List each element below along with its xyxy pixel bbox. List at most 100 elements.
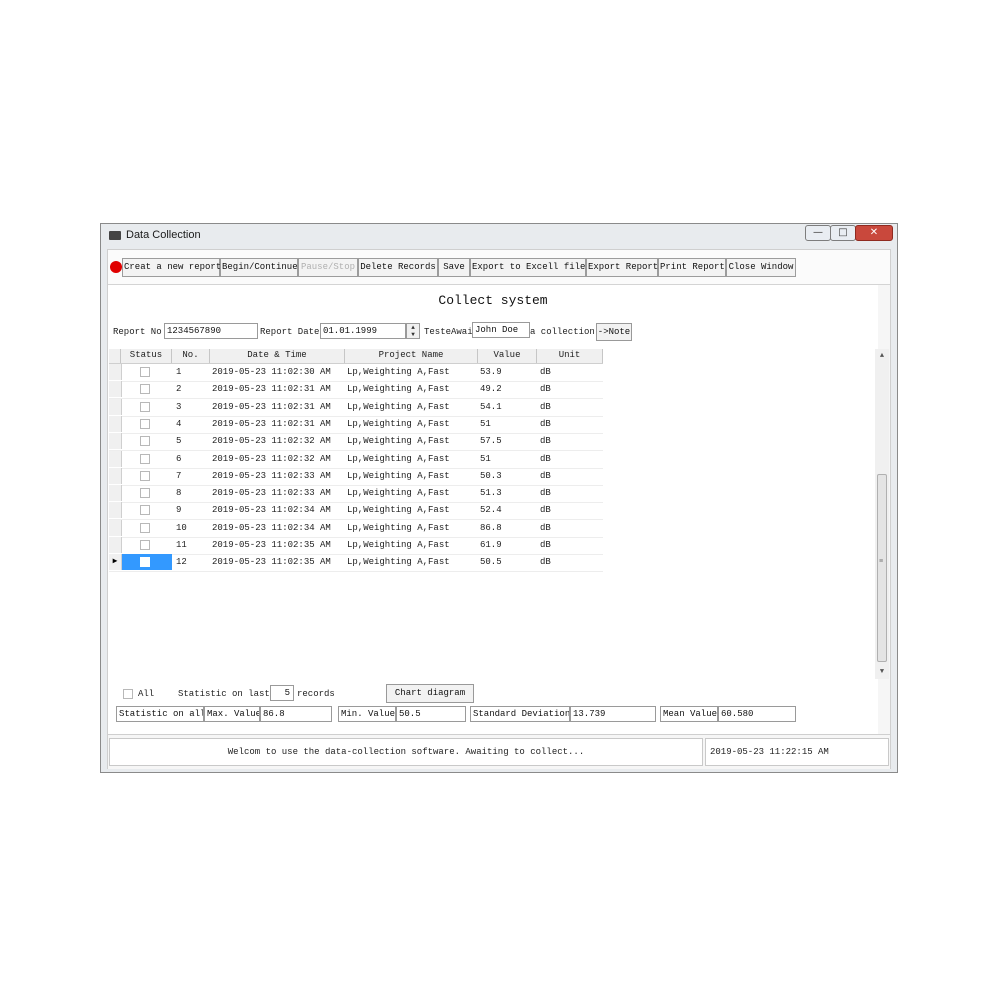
status-checkbox[interactable] xyxy=(140,522,150,533)
status-checkbox[interactable] xyxy=(140,453,150,464)
maximize-button[interactable]: □ xyxy=(830,225,856,241)
current-row-arrow-icon[interactable]: ▶ xyxy=(109,554,122,571)
cell-value: 61.9 xyxy=(480,540,502,550)
cell-no: 1 xyxy=(176,367,182,377)
status-checkbox[interactable] xyxy=(140,418,150,429)
row-header[interactable] xyxy=(109,519,122,536)
close-button[interactable]: ✕ xyxy=(855,225,893,241)
cell-no: 8 xyxy=(176,488,182,499)
table-row[interactable]: 4 2019-05-23 11:02:31 AM Lp,Weighting A,Fa… xyxy=(109,415,603,434)
status-checkbox[interactable] xyxy=(140,488,150,499)
status-checkbox[interactable] xyxy=(140,436,150,447)
cell-project: Lp,Weighting A,Fast xyxy=(347,505,450,516)
table-row[interactable]: ▶ 12 2019-05-23 11:02:35 AM Lp,Weighting A,… xyxy=(109,554,603,573)
begin-continue-button[interactable]: Begin/Continue xyxy=(220,258,298,277)
table-row[interactable]: 9 2019-05-23 11:02:34 AM Lp,Weighting A,Fa… xyxy=(109,502,603,521)
export-excel-button[interactable]: Export to Excell file xyxy=(470,258,586,277)
cell-project: Lp,Weighting A,Fast xyxy=(347,470,450,481)
create-report-button[interactable]: Creat a new report xyxy=(122,258,221,277)
cell-project: Lp,Weighting A,Fast xyxy=(347,557,450,568)
mean-value-field: 60.580 xyxy=(718,706,796,722)
table-row[interactable]: 6 2019-05-23 11:02:32 AM Lp,Weighting A,Fa… xyxy=(109,450,603,469)
table-row[interactable]: 1 2019-05-23 11:02:30 AM Lp,Weighting A,Fa… xyxy=(109,364,603,382)
scroll-up-icon[interactable]: ▲ xyxy=(875,349,889,363)
row-header[interactable] xyxy=(109,450,122,467)
table-row[interactable]: 5 2019-05-23 11:02:32 AM Lp,Weighting A,Fa… xyxy=(109,433,603,452)
row-header[interactable] xyxy=(109,381,122,398)
mean-value-label: Mean Value xyxy=(660,706,718,722)
status-checkbox[interactable] xyxy=(140,540,150,550)
status-checkbox[interactable] xyxy=(140,557,150,568)
cell-datetime: 2019-05-23 11:02:31 AM xyxy=(212,384,331,395)
report-no-field[interactable]: 1234567890 xyxy=(164,323,258,339)
scroll-thumb[interactable]: ≡ xyxy=(877,474,887,662)
cell-value: 53.9 xyxy=(480,367,502,377)
cell-unit: dB xyxy=(540,367,551,377)
row-header[interactable] xyxy=(109,467,122,484)
close-window-button[interactable]: Close Window xyxy=(726,258,796,277)
table-row[interactable]: 2 2019-05-23 11:02:31 AM Lp,Weighting A,Fa… xyxy=(109,381,603,400)
cell-project: Lp,Weighting A,Fast xyxy=(347,367,450,377)
cell-value: 50.3 xyxy=(480,470,502,481)
all-label: All xyxy=(138,689,155,699)
all-checkbox[interactable] xyxy=(123,689,133,699)
cell-no: 6 xyxy=(176,453,182,464)
row-header[interactable] xyxy=(109,502,122,519)
chart-diagram-button[interactable]: Chart diagram xyxy=(386,684,474,703)
window-title: Data Collection xyxy=(126,229,201,241)
status-checkbox[interactable] xyxy=(140,367,150,377)
row-header[interactable] xyxy=(109,364,122,380)
cell-value: 52.4 xyxy=(480,505,502,516)
report-date-label: Report Date xyxy=(260,327,320,337)
save-button[interactable]: Save xyxy=(438,258,470,277)
cell-no: 4 xyxy=(176,418,182,429)
scroll-down-icon[interactable]: ▼ xyxy=(875,665,889,679)
statistic-on-all-label: Statistic on all xyxy=(116,706,204,722)
column-header-status[interactable]: Status xyxy=(121,349,172,363)
cell-datetime: 2019-05-23 11:02:34 AM xyxy=(212,522,331,533)
cell-value: 51 xyxy=(480,418,491,429)
row-header[interactable] xyxy=(109,398,122,415)
row-header[interactable] xyxy=(109,537,122,553)
status-checkbox[interactable] xyxy=(140,470,150,481)
export-report-button[interactable]: Export Report xyxy=(586,258,658,277)
table-row[interactable]: 10 2019-05-23 11:02:34 AM Lp,Weighting A,F… xyxy=(109,519,603,538)
terminal-icon xyxy=(109,231,121,240)
cell-unit: dB xyxy=(540,470,551,481)
table-row[interactable]: 8 2019-05-23 11:02:33 AM Lp,Weighting A,Fa… xyxy=(109,485,603,504)
cell-project: Lp,Weighting A,Fast xyxy=(347,418,450,429)
tester-field[interactable]: John Doe xyxy=(472,322,530,338)
minimize-button[interactable]: — xyxy=(805,225,831,241)
cell-unit: dB xyxy=(540,401,551,412)
table-row[interactable]: 3 2019-05-23 11:02:31 AM Lp,Weighting A,Fa… xyxy=(109,398,603,417)
cell-no: 3 xyxy=(176,401,182,412)
status-checkbox[interactable] xyxy=(140,401,150,412)
record-indicator-icon xyxy=(110,261,122,273)
column-header-value[interactable]: Value xyxy=(478,349,537,363)
print-report-button[interactable]: Print Report xyxy=(658,258,726,277)
status-checkbox[interactable] xyxy=(140,384,150,395)
page-title: Collect system xyxy=(438,293,548,308)
status-checkbox[interactable] xyxy=(140,505,150,516)
column-header-unit[interactable]: Unit xyxy=(537,349,603,363)
delete-records-button[interactable]: Delete Records xyxy=(358,258,438,277)
report-date-field[interactable]: 01.01.1999 xyxy=(320,323,406,339)
column-header-project[interactable]: Project Name xyxy=(345,349,478,363)
column-header-datetime[interactable]: Date & Time xyxy=(210,349,345,363)
column-header-no[interactable]: No. xyxy=(172,349,210,363)
cell-unit: dB xyxy=(540,436,551,447)
date-spinner[interactable]: ▲ ▼ xyxy=(406,323,420,339)
cell-unit: dB xyxy=(540,384,551,395)
std-dev-label: Standard Deviation xyxy=(470,706,570,722)
last-count-field[interactable]: 5 xyxy=(270,685,294,701)
cell-value: 54.1 xyxy=(480,401,502,412)
title-bar: Data Collection — □ ✕ xyxy=(101,224,897,246)
row-header[interactable] xyxy=(109,433,122,450)
pause-stop-button[interactable]: Pause/Stop xyxy=(298,258,358,277)
note-button[interactable]: ->Note xyxy=(596,323,632,341)
table-row[interactable]: 7 2019-05-23 11:02:33 AM Lp,Weighting A,Fa… xyxy=(109,467,603,486)
grid-scrollbar[interactable]: ▲ ≡ ▼ xyxy=(875,349,889,679)
row-header[interactable] xyxy=(109,415,122,432)
row-header[interactable] xyxy=(109,485,122,502)
table-row[interactable]: 11 2019-05-23 11:02:35 AM Lp,Weighting A,F… xyxy=(109,537,603,555)
